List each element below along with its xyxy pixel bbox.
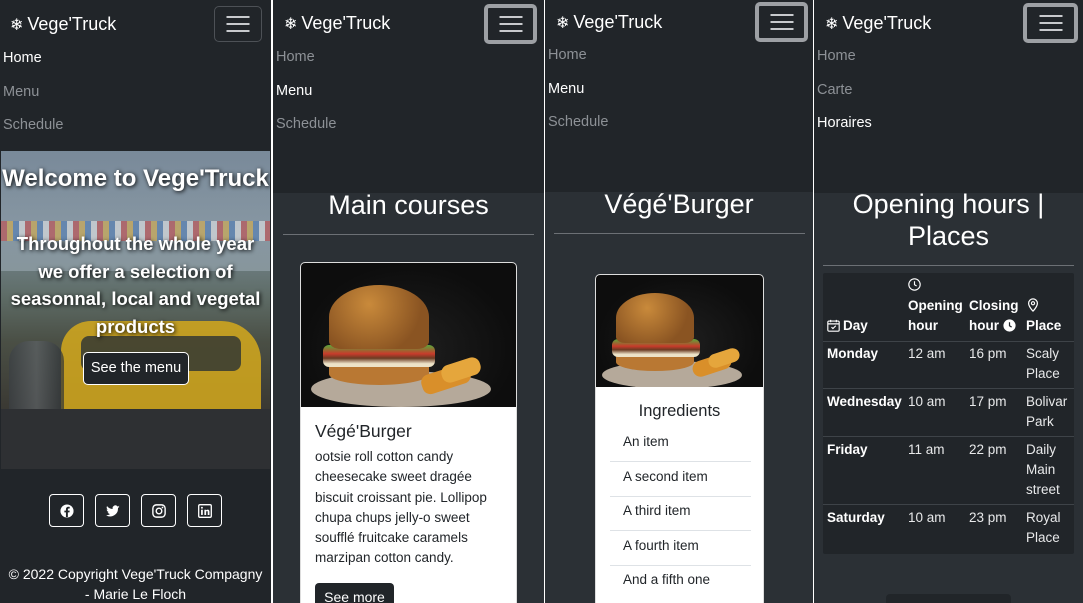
nav-link-menu[interactable]: Menu <box>545 78 813 112</box>
table-cell-place: Royal Place <box>1026 510 1061 545</box>
schedule-screen: ❄ Vege'Truck Home Carte Horaires Opening … <box>814 0 1083 603</box>
dish-title: Végé'Burger <box>315 421 412 441</box>
clock-fill-icon <box>1003 319 1016 332</box>
calendar-check-icon <box>827 319 840 332</box>
table-cell-open: 11 am <box>908 442 945 457</box>
page-title: Main courses <box>328 190 489 220</box>
twitter-button[interactable] <box>95 494 130 527</box>
table-cell-close: 16 pm <box>969 346 1007 361</box>
table-cell-open: 10 am <box>908 394 946 409</box>
burger-image <box>596 275 763 387</box>
snowflake-icon: ❄ <box>10 17 24 34</box>
column-header-opening: Opening hour <box>908 298 963 333</box>
table-cell-day: Wednesday <box>827 394 902 409</box>
hamburger-icon <box>226 11 250 37</box>
ingredients-card: Ingredients An item A second item A thir… <box>595 274 764 603</box>
table-cell-open: 12 am <box>908 346 946 361</box>
divider <box>823 265 1074 266</box>
nav-link-home[interactable]: Home <box>0 47 271 81</box>
navbar: ❄ Vege'Truck Home Carte Horaires <box>814 0 1083 193</box>
table-cell-day: Monday <box>827 346 879 361</box>
nav-link-menu[interactable]: Menu <box>273 80 544 114</box>
facebook-button[interactable] <box>49 494 84 527</box>
ingredient-item: And a fifth one <box>623 572 711 587</box>
navbar: ❄ Vege'Truck Home Menu Schedule <box>545 0 813 192</box>
nav-link-horaires[interactable]: Horaires <box>814 112 1083 146</box>
menu-toggle-button[interactable] <box>1023 3 1078 43</box>
partial-button[interactable] <box>886 594 1011 603</box>
instagram-button[interactable] <box>141 494 176 527</box>
see-more-button[interactable]: See more <box>315 583 394 603</box>
burger-image <box>301 263 516 407</box>
menu-toggle-button[interactable] <box>484 4 537 44</box>
menu-screen: ❄ Vege'Truck Home Menu Schedule Main cour… <box>273 0 544 603</box>
column-header-place: Place <box>1026 318 1062 333</box>
table-cell-close: 17 pm <box>969 394 1007 409</box>
nav-link-menu[interactable]: Menu <box>0 81 271 115</box>
divider <box>283 234 534 235</box>
hamburger-icon <box>1039 10 1062 36</box>
footer-copyright: © 2022 Copyright Vege'Truck Compagny - M… <box>8 566 263 602</box>
nav-link-carte[interactable]: Carte <box>814 79 1083 113</box>
hero-title: Welcome to Vege'Truck <box>2 165 269 192</box>
instagram-icon <box>152 504 166 518</box>
dish-detail-screen: ❄ Vege'Truck Home Menu Schedule Végé'Burg… <box>545 0 813 603</box>
hero-subtitle: Throughout the whole year we offer a sel… <box>10 233 261 338</box>
divider <box>554 233 805 234</box>
brand-logo[interactable]: ❄ Vege'Truck <box>10 14 116 35</box>
home-screen: ❄ Vege'Truck Home Menu Schedule Welcome t… <box>0 0 271 603</box>
menu-toggle-button[interactable] <box>755 2 808 42</box>
table-cell-place: Scaly Place <box>1026 346 1060 381</box>
ingredient-item: A third item <box>610 496 751 531</box>
table-cell-close: 23 pm <box>969 510 1007 525</box>
ingredient-item: A fourth item <box>610 531 751 566</box>
nav-link-schedule[interactable]: Schedule <box>545 111 813 145</box>
hamburger-icon <box>770 9 793 35</box>
dish-description: ootsie roll cotton candy cheesecake swee… <box>315 449 487 566</box>
column-header-day: Day <box>827 316 868 336</box>
navbar: ❄ Vege'Truck Home Menu Schedule <box>0 0 271 148</box>
table-cell-day: Saturday <box>827 510 885 525</box>
table-cell-place: Bolivar Park <box>1026 394 1068 429</box>
nav-link-home[interactable]: Home <box>545 44 813 78</box>
page-title: Végé'Burger <box>604 189 754 219</box>
nav-link-home[interactable]: Home <box>814 45 1083 79</box>
ingredients-title: Ingredients <box>638 402 721 420</box>
table-cell-open: 10 am <box>908 510 946 525</box>
twitter-icon <box>106 505 120 517</box>
see-menu-button[interactable]: See the menu <box>83 352 189 385</box>
dish-card: Végé'Burger ootsie roll cotton candy che… <box>300 262 517 603</box>
table-cell-close: 22 pm <box>969 442 1007 457</box>
page-title: Opening hours | Places <box>852 189 1045 251</box>
brand-logo[interactable]: ❄ Vege'Truck <box>825 13 931 34</box>
snowflake-icon: ❄ <box>556 15 570 32</box>
linkedin-icon <box>198 504 212 518</box>
ingredient-item: A second item <box>610 462 751 497</box>
column-header-closing: Closing hour <box>969 298 1019 333</box>
hamburger-icon <box>499 11 522 37</box>
facebook-icon <box>60 504 74 518</box>
table-cell-day: Friday <box>827 442 868 457</box>
brand-logo[interactable]: ❄ Vege'Truck <box>284 13 390 34</box>
table-cell-place: Daily Main street <box>1026 442 1060 497</box>
location-pin-icon <box>1028 298 1038 312</box>
navbar: ❄ Vege'Truck Home Menu Schedule <box>273 0 544 193</box>
nav-link-home[interactable]: Home <box>273 46 544 80</box>
snowflake-icon: ❄ <box>825 16 839 33</box>
menu-toggle-button[interactable] <box>214 6 262 42</box>
linkedin-button[interactable] <box>187 494 222 527</box>
nav-link-schedule[interactable]: Schedule <box>273 113 544 147</box>
clock-icon <box>908 278 921 291</box>
ingredient-item: An item <box>610 427 751 462</box>
snowflake-icon: ❄ <box>284 16 298 33</box>
nav-link-schedule[interactable]: Schedule <box>0 114 271 148</box>
schedule-table: Day Opening hour Closing hour Place Monday… <box>823 273 1074 554</box>
brand-logo[interactable]: ❄ Vege'Truck <box>556 12 662 33</box>
